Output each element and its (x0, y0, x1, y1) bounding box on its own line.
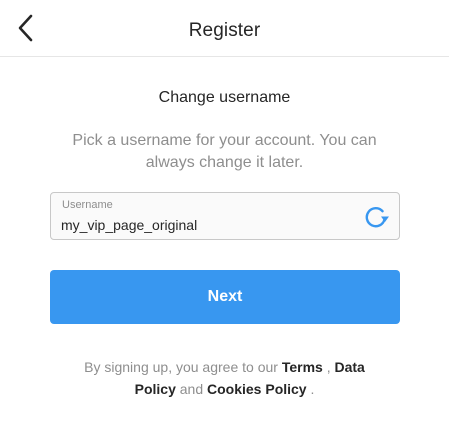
top-bar: Register (0, 0, 449, 57)
legal-text: By signing up, you agree to our Terms , … (62, 356, 387, 400)
legal-suffix: . (310, 381, 315, 397)
legal-separator: , (326, 359, 331, 375)
cookies-policy-link[interactable]: Cookies Policy (207, 381, 307, 397)
refresh-icon (365, 207, 389, 228)
username-label: Username (62, 199, 113, 211)
helper-text: Pick a username for your account. You ca… (72, 132, 377, 171)
legal-prefix: By signing up, you agree to our (84, 359, 278, 375)
page-title: Register (188, 20, 261, 41)
terms-link[interactable]: Terms (282, 359, 323, 375)
next-button[interactable]: Next (50, 270, 400, 324)
section-heading: Change username (158, 89, 291, 106)
legal-and: and (179, 381, 204, 397)
refresh-username-button[interactable] (362, 204, 390, 230)
username-field[interactable]: Username (50, 192, 400, 240)
username-input[interactable] (61, 215, 351, 235)
